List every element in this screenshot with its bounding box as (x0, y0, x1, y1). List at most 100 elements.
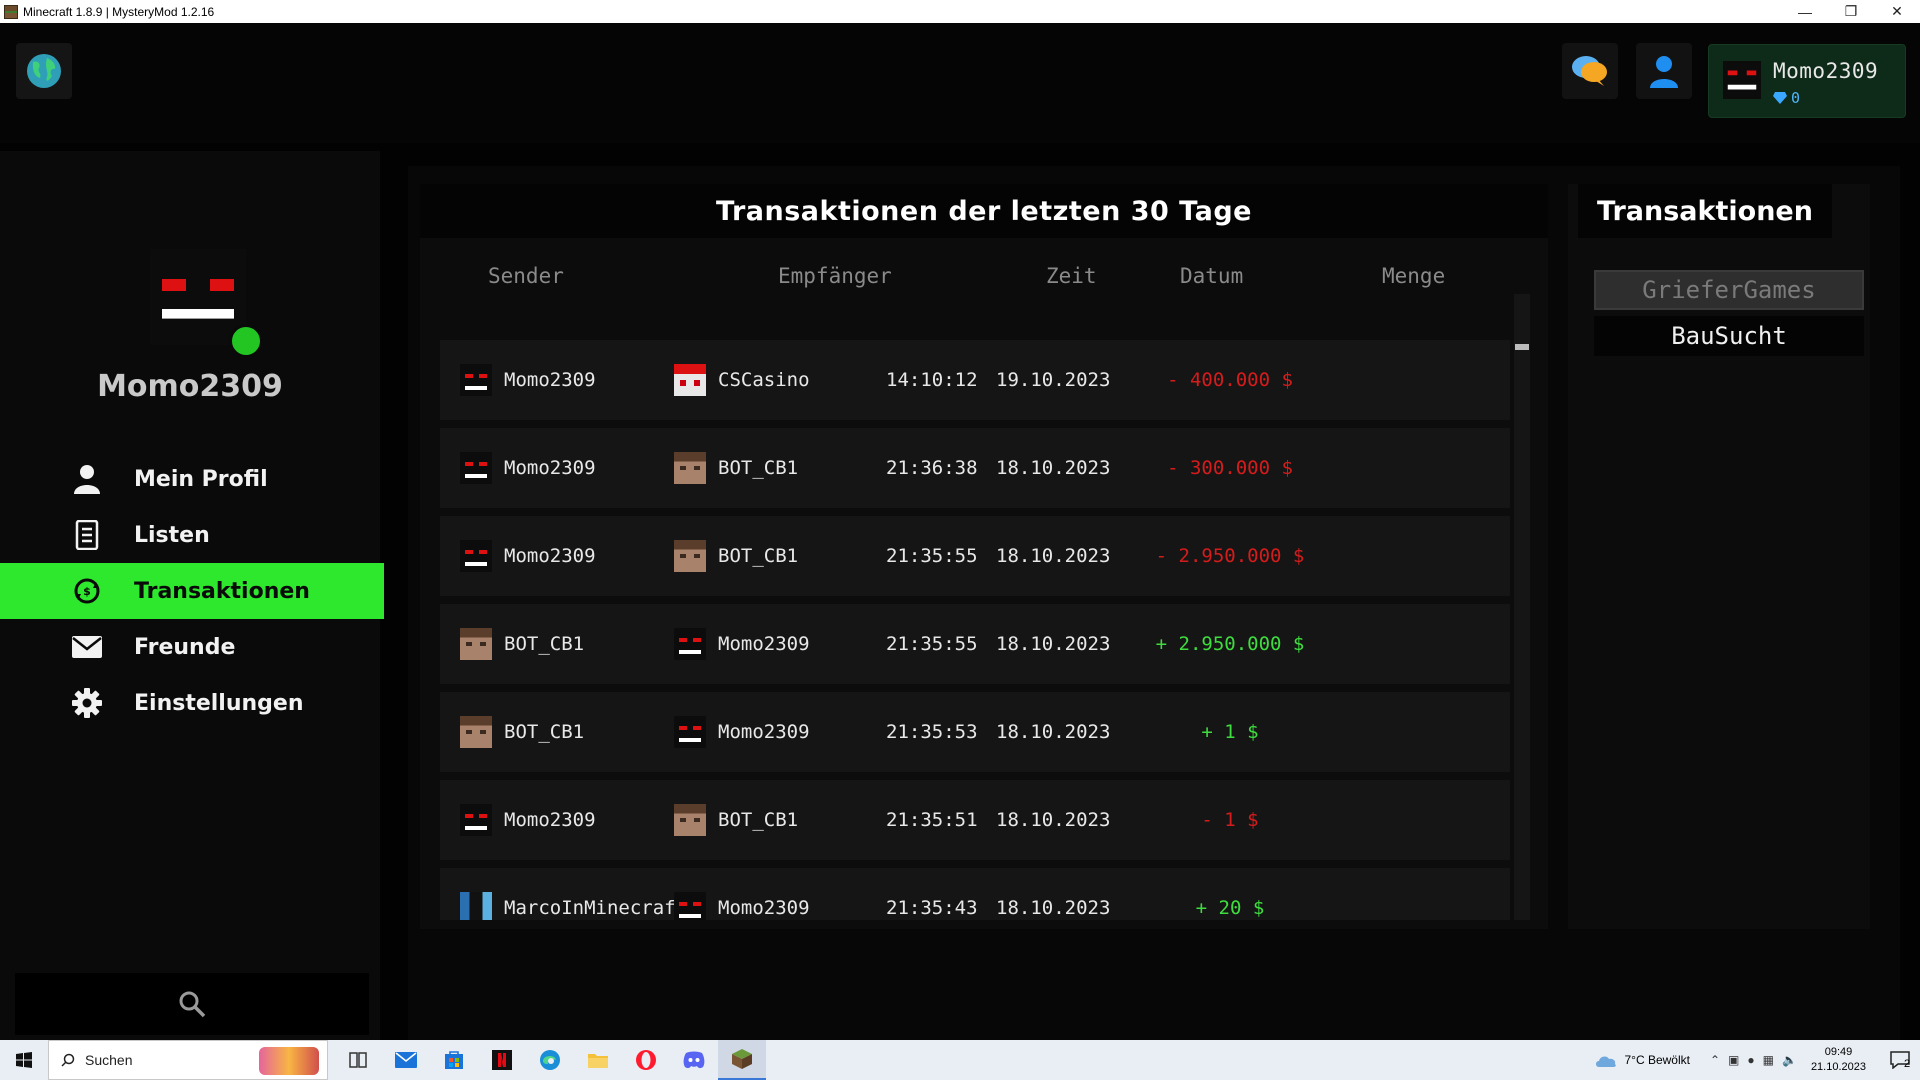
transactions-panel: Transaktionen der letzten 30 Tage Sender… (420, 184, 1548, 929)
security-icon[interactable]: ● (1747, 1053, 1754, 1067)
weather-widget[interactable]: 7°C Bewölkt (1594, 1052, 1690, 1068)
player-head-icon (460, 452, 492, 484)
transactions-title: Transaktionen der letzten 30 Tage (420, 184, 1548, 238)
sidebar-item-listen[interactable]: Listen (0, 507, 384, 563)
player-head-icon (460, 804, 492, 836)
chevron-up-icon[interactable]: ⌃ (1710, 1053, 1720, 1067)
user-icon (70, 462, 104, 496)
amount-cell: - 1 $ (1120, 780, 1340, 860)
network-icon[interactable]: ▣ (1728, 1053, 1739, 1067)
sender-cell: Momo2309 (460, 428, 596, 508)
sidebar-item-transaktionen[interactable]: $ Transaktionen (0, 563, 384, 619)
volume-icon[interactable]: 🔈 (1782, 1053, 1797, 1067)
cloud-icon (1596, 1056, 1617, 1067)
amount-cell: - 300.000 $ (1120, 428, 1340, 508)
chat-button[interactable] (1562, 43, 1618, 99)
search-icon (61, 1053, 75, 1067)
column-header-sender[interactable]: Sender (488, 264, 564, 288)
column-header-empfaenger[interactable]: Empfänger (778, 264, 892, 288)
sender-cell-text: MarcoInMinecraft (504, 897, 688, 919)
notification-button[interactable]: 2 (1880, 1050, 1920, 1070)
sender-cell: Momo2309 (460, 340, 596, 420)
table-row[interactable]: Momo2309 BOT_CB1 21:36:38 18.10.2023 - 300.0… (440, 428, 1510, 508)
time-cell-text: 14:10:12 (886, 369, 978, 391)
gear-icon (70, 686, 104, 720)
sidebar-item-label: Transaktionen (134, 578, 310, 604)
mail-icon[interactable] (382, 1040, 430, 1080)
time-cell-text: 21:35:55 (886, 633, 978, 655)
date-cell: 19.10.2023 (996, 340, 1110, 420)
sender-cell-text: Momo2309 (504, 369, 596, 391)
receiver-cell-text: BOT_CB1 (718, 809, 799, 831)
time-cell: 21:35:53 (886, 692, 978, 772)
sidebar-item-label: Listen (134, 522, 210, 548)
discord-icon[interactable] (670, 1040, 718, 1080)
amount-cell-text: + 2.950.000 $ (1155, 633, 1305, 655)
amount-cell: + 2.950.000 $ (1120, 604, 1340, 684)
minimize-button[interactable]: — (1782, 0, 1828, 23)
taskbar-search-placeholder: Suchen (85, 1052, 133, 1068)
taskbar-search[interactable]: Suchen (48, 1040, 328, 1080)
store-icon[interactable] (430, 1040, 478, 1080)
amount-cell-text: + 20 $ (1195, 897, 1265, 919)
scrollbar-thumb[interactable] (1515, 344, 1529, 350)
player-head-icon (460, 892, 492, 920)
table-row[interactable]: Momo2309 CSCasino 14:10:12 19.10.2023 - 400.… (440, 340, 1510, 420)
profile-button[interactable] (1636, 43, 1692, 99)
netflix-icon[interactable] (478, 1040, 526, 1080)
server-button-bausucht[interactable]: BauSucht (1594, 316, 1864, 356)
time-cell: 21:35:43 (886, 868, 978, 920)
server-button-grieferGames[interactable]: GrieferGames (1594, 270, 1864, 310)
globe-button[interactable] (16, 43, 72, 99)
column-header-menge[interactable]: Menge (1382, 264, 1445, 288)
date-cell-text: 18.10.2023 (996, 633, 1111, 655)
sidebar-item-label: Freunde (134, 634, 236, 660)
restore-button[interactable]: ❐ (1828, 0, 1874, 23)
sidebar-item-einstellungen[interactable]: Einstellungen (0, 675, 384, 731)
task-view-icon[interactable] (334, 1040, 382, 1080)
server-panel-title: Transaktionen (1578, 184, 1832, 238)
transactions-icon: $ (70, 574, 104, 608)
user-name: Momo2309 (1773, 59, 1879, 83)
edge-icon[interactable] (526, 1040, 574, 1080)
taskbar-clock[interactable]: 09:49 21.10.2023 (1811, 1045, 1866, 1075)
time-cell: 21:35:51 (886, 780, 978, 860)
date-cell: 18.10.2023 (996, 868, 1110, 920)
online-status-indicator (229, 324, 263, 358)
scrollbar[interactable] (1514, 294, 1530, 920)
amount-cell-text: - 2.950.000 $ (1155, 545, 1305, 567)
explorer-icon[interactable] (574, 1040, 622, 1080)
table-row[interactable]: BOT_CB1 Momo2309 21:35:55 18.10.2023 + 2.950… (440, 604, 1510, 684)
sidebar-search-button[interactable] (15, 973, 369, 1035)
sender-cell-text: Momo2309 (504, 545, 596, 567)
sender-cell-text: Momo2309 (504, 809, 596, 831)
player-head-icon (674, 628, 706, 660)
minecraft-icon[interactable] (718, 1040, 766, 1080)
table-row[interactable]: MarcoInMinecraft Momo2309 21:35:43 18.10.20… (440, 868, 1510, 920)
table-row[interactable]: Momo2309 BOT_CB1 21:35:51 18.10.2023 - 1 $ (440, 780, 1510, 860)
sidebar: Momo2309 Mein Profil Listen $ Transaktio… (0, 151, 384, 1040)
player-head-icon (674, 452, 706, 484)
amount-cell-text: - 400.000 $ (1167, 369, 1293, 391)
close-button[interactable]: ✕ (1874, 0, 1920, 23)
date-cell: 18.10.2023 (996, 692, 1110, 772)
sidebar-item-mein-profil[interactable]: Mein Profil (0, 451, 384, 507)
sidebar-item-label: Einstellungen (134, 690, 304, 716)
window-title: Minecraft 1.8.9 | MysteryMod 1.2.16 (23, 4, 215, 19)
receiver-cell: Momo2309 (674, 692, 810, 772)
user-avatar (1723, 61, 1761, 99)
start-button[interactable] (0, 1040, 48, 1080)
table-row[interactable]: BOT_CB1 Momo2309 21:35:53 18.10.2023 + 1 $ (440, 692, 1510, 772)
column-header-datum[interactable]: Datum (1180, 264, 1243, 288)
column-header-zeit[interactable]: Zeit (1046, 264, 1097, 288)
receiver-cell-text: BOT_CB1 (718, 457, 799, 479)
display-icon[interactable]: ▦ (1763, 1053, 1774, 1067)
system-tray: 7°C Bewölkt ⌃ ▣ ● ▦ 🔈 09:49 21.10.2023 2 (1594, 1040, 1920, 1080)
player-head-icon (674, 804, 706, 836)
user-account-box[interactable]: Momo2309 0 (1708, 44, 1906, 118)
opera-icon[interactable] (622, 1040, 670, 1080)
sidebar-item-freunde[interactable]: Freunde (0, 619, 384, 675)
gem-count: 0 (1791, 89, 1801, 107)
date-cell: 18.10.2023 (996, 516, 1110, 596)
table-row[interactable]: Momo2309 BOT_CB1 21:35:55 18.10.2023 - 2.950… (440, 516, 1510, 596)
